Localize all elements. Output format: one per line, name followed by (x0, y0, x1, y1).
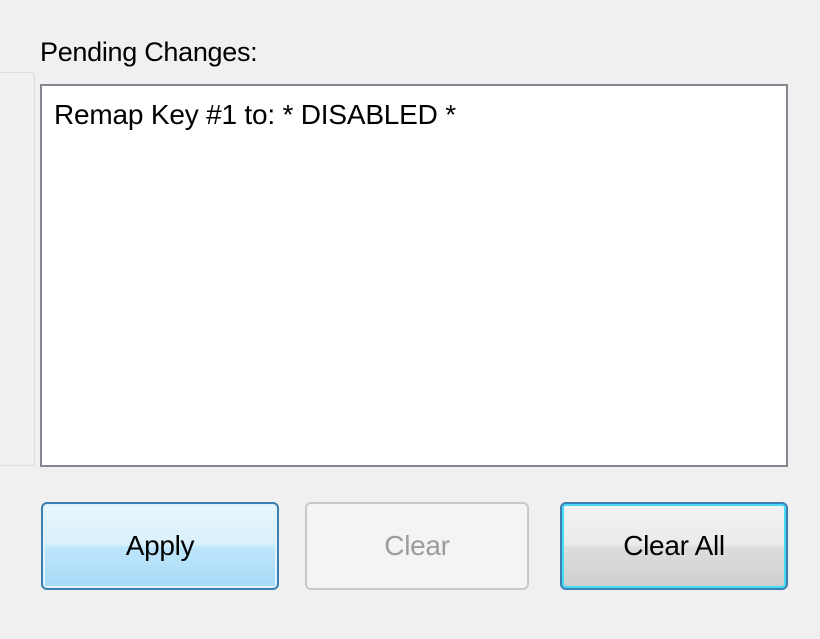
clear-button[interactable]: Clear (305, 502, 529, 590)
apply-button[interactable]: Apply (41, 502, 279, 590)
clear-all-button[interactable]: Clear All (560, 502, 788, 590)
pending-changes-list[interactable]: Remap Key #1 to: * DISABLED * (40, 84, 788, 467)
adjacent-group-frame (0, 72, 35, 466)
list-item[interactable]: Remap Key #1 to: * DISABLED * (42, 86, 786, 132)
pending-changes-label: Pending Changes: (40, 37, 258, 67)
